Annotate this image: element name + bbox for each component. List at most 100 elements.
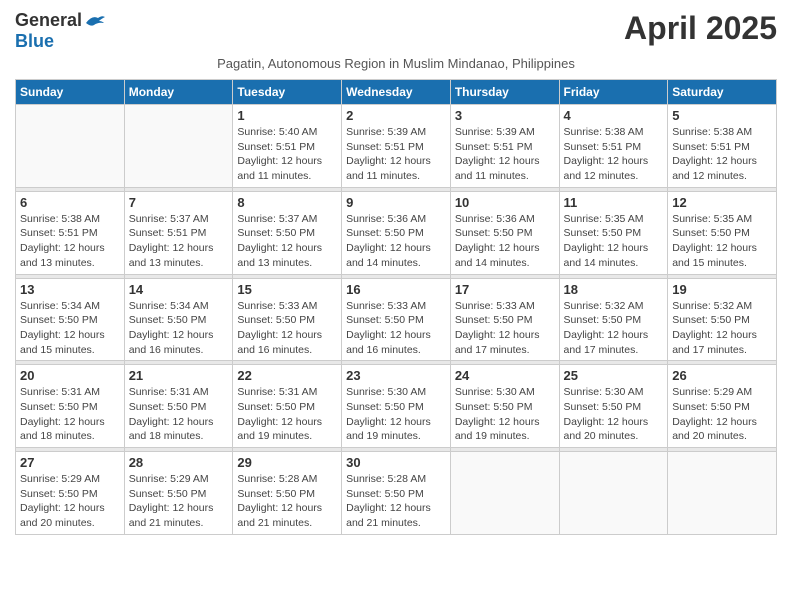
calendar-cell-w3-d1: 14Sunrise: 5:34 AMSunset: 5:50 PMDayligh… (124, 278, 233, 361)
day-number: 28 (129, 455, 229, 470)
calendar-cell-w4-d5: 25 Sunrise: 5:30 AMSunset: 5:50 PMDayligh… (559, 365, 668, 448)
day-number: 11 (564, 195, 664, 210)
calendar-week-2: 6 Sunrise: 5:38 AMSunset: 5:51 PMDaylight… (16, 191, 777, 274)
day-info: Sunrise: 5:30 AMSunset: 5:50 PMDaylight:… (455, 385, 555, 444)
logo-blue: Blue (15, 31, 54, 51)
day-info: Sunrise: 5:29 AMSunset: 5:50 PMDaylight:… (672, 385, 772, 444)
day-info: Sunrise: 5:39 AMSunset: 5:51 PMDaylight:… (455, 125, 555, 184)
col-tuesday: Tuesday (233, 80, 342, 105)
day-info: Sunrise: 5:33 AMSunset: 5:50 PMDaylight:… (346, 299, 446, 358)
calendar-week-3: 13 Sunrise: 5:34 AMSunset: 5:50 PMDayligh… (16, 278, 777, 361)
calendar-cell-w2-d4: 10 Sunrise: 5:36 AMSunset: 5:50 PMDayligh… (450, 191, 559, 274)
day-number: 23 (346, 368, 446, 383)
day-number: 9 (346, 195, 446, 210)
calendar-cell-w3-d0: 13 Sunrise: 5:34 AMSunset: 5:50 PMDayligh… (16, 278, 125, 361)
calendar-cell-w4-d1: 21 Sunrise: 5:31 AMSunset: 5:50 PMDayligh… (124, 365, 233, 448)
calendar-cell-w5-d1: 28Sunrise: 5:29 AMSunset: 5:50 PMDayligh… (124, 452, 233, 535)
day-info: Sunrise: 5:33 AMSunset: 5:50 PMDaylight:… (237, 299, 337, 358)
day-number: 15 (237, 282, 337, 297)
day-info: Sunrise: 5:36 AMSunset: 5:50 PMDaylight:… (346, 212, 446, 271)
day-info: Sunrise: 5:31 AMSunset: 5:50 PMDaylight:… (129, 385, 229, 444)
logo: General Blue (15, 10, 106, 52)
calendar-cell-w3-d5: 18Sunrise: 5:32 AMSunset: 5:50 PMDayligh… (559, 278, 668, 361)
day-number: 10 (455, 195, 555, 210)
calendar-cell-w3-d4: 17Sunrise: 5:33 AMSunset: 5:50 PMDayligh… (450, 278, 559, 361)
day-number: 26 (672, 368, 772, 383)
calendar-table: Sunday Monday Tuesday Wednesday Thursday… (15, 79, 777, 535)
calendar-cell-w5-d6 (668, 452, 777, 535)
calendar-cell-w2-d6: 12 Sunrise: 5:35 AMSunset: 5:50 PMDayligh… (668, 191, 777, 274)
calendar-cell-w4-d4: 24 Sunrise: 5:30 AMSunset: 5:50 PMDayligh… (450, 365, 559, 448)
day-info: Sunrise: 5:28 AMSunset: 5:50 PMDaylight:… (237, 472, 337, 531)
calendar-cell-w1-d0 (16, 105, 125, 188)
day-info: Sunrise: 5:38 AMSunset: 5:51 PMDaylight:… (20, 212, 120, 271)
day-info: Sunrise: 5:30 AMSunset: 5:50 PMDaylight:… (346, 385, 446, 444)
calendar-cell-w5-d3: 30Sunrise: 5:28 AMSunset: 5:50 PMDayligh… (342, 452, 451, 535)
calendar-cell-w4-d6: 26 Sunrise: 5:29 AMSunset: 5:50 PMDayligh… (668, 365, 777, 448)
calendar-week-4: 20 Sunrise: 5:31 AMSunset: 5:50 PMDayligh… (16, 365, 777, 448)
calendar-cell-w1-d1 (124, 105, 233, 188)
day-info: Sunrise: 5:40 AMSunset: 5:51 PMDaylight:… (237, 125, 337, 184)
day-number: 24 (455, 368, 555, 383)
day-number: 3 (455, 108, 555, 123)
day-info: Sunrise: 5:36 AMSunset: 5:50 PMDaylight:… (455, 212, 555, 271)
day-info: Sunrise: 5:31 AMSunset: 5:50 PMDaylight:… (237, 385, 337, 444)
day-number: 12 (672, 195, 772, 210)
calendar-cell-w2-d3: 9 Sunrise: 5:36 AMSunset: 5:50 PMDaylight… (342, 191, 451, 274)
day-number: 30 (346, 455, 446, 470)
calendar-cell-w3-d3: 16 Sunrise: 5:33 AMSunset: 5:50 PMDayligh… (342, 278, 451, 361)
day-number: 1 (237, 108, 337, 123)
day-number: 29 (237, 455, 337, 470)
day-number: 5 (672, 108, 772, 123)
calendar-cell-w1-d5: 4 Sunrise: 5:38 AMSunset: 5:51 PMDaylight… (559, 105, 668, 188)
day-info: Sunrise: 5:32 AMSunset: 5:50 PMDaylight:… (672, 299, 772, 358)
calendar-cell-w4-d0: 20 Sunrise: 5:31 AMSunset: 5:50 PMDayligh… (16, 365, 125, 448)
day-number: 14 (129, 282, 229, 297)
day-info: Sunrise: 5:35 AMSunset: 5:50 PMDaylight:… (672, 212, 772, 271)
day-info: Sunrise: 5:37 AMSunset: 5:50 PMDaylight:… (237, 212, 337, 271)
day-number: 27 (20, 455, 120, 470)
day-number: 19 (672, 282, 772, 297)
day-number: 20 (20, 368, 120, 383)
calendar-cell-w1-d6: 5 Sunrise: 5:38 AMSunset: 5:51 PMDaylight… (668, 105, 777, 188)
day-info: Sunrise: 5:29 AMSunset: 5:50 PMDaylight:… (20, 472, 120, 531)
day-info: Sunrise: 5:33 AMSunset: 5:50 PMDaylight:… (455, 299, 555, 358)
calendar-week-1: 1 Sunrise: 5:40 AMSunset: 5:51 PMDaylight… (16, 105, 777, 188)
day-number: 4 (564, 108, 664, 123)
col-sunday: Sunday (16, 80, 125, 105)
col-friday: Friday (559, 80, 668, 105)
calendar-cell-w5-d5 (559, 452, 668, 535)
day-info: Sunrise: 5:38 AMSunset: 5:51 PMDaylight:… (672, 125, 772, 184)
title-section: April 2025 (624, 10, 777, 47)
day-number: 25 (564, 368, 664, 383)
day-info: Sunrise: 5:37 AMSunset: 5:51 PMDaylight:… (129, 212, 229, 271)
day-number: 16 (346, 282, 446, 297)
day-info: Sunrise: 5:34 AMSunset: 5:50 PMDaylight:… (20, 299, 120, 358)
calendar-cell-w3-d2: 15 Sunrise: 5:33 AMSunset: 5:50 PMDayligh… (233, 278, 342, 361)
month-title: April 2025 (624, 10, 777, 47)
col-wednesday: Wednesday (342, 80, 451, 105)
calendar-cell-w2-d2: 8Sunrise: 5:37 AMSunset: 5:50 PMDaylight… (233, 191, 342, 274)
calendar-cell-w4-d3: 23 Sunrise: 5:30 AMSunset: 5:50 PMDayligh… (342, 365, 451, 448)
day-number: 2 (346, 108, 446, 123)
calendar-cell-w1-d4: 3 Sunrise: 5:39 AMSunset: 5:51 PMDaylight… (450, 105, 559, 188)
calendar-cell-w1-d3: 2 Sunrise: 5:39 AMSunset: 5:51 PMDaylight… (342, 105, 451, 188)
day-number: 6 (20, 195, 120, 210)
col-saturday: Saturday (668, 80, 777, 105)
calendar-cell-w2-d0: 6 Sunrise: 5:38 AMSunset: 5:51 PMDaylight… (16, 191, 125, 274)
day-number: 13 (20, 282, 120, 297)
day-number: 21 (129, 368, 229, 383)
logo-text: General (15, 10, 106, 31)
calendar-cell-w3-d6: 19 Sunrise: 5:32 AMSunset: 5:50 PMDayligh… (668, 278, 777, 361)
day-info: Sunrise: 5:30 AMSunset: 5:50 PMDaylight:… (564, 385, 664, 444)
calendar-cell-w2-d1: 7 Sunrise: 5:37 AMSunset: 5:51 PMDaylight… (124, 191, 233, 274)
calendar-cell-w5-d4 (450, 452, 559, 535)
logo-general: General (15, 10, 82, 30)
day-info: Sunrise: 5:39 AMSunset: 5:51 PMDaylight:… (346, 125, 446, 184)
day-info: Sunrise: 5:35 AMSunset: 5:50 PMDaylight:… (564, 212, 664, 271)
day-number: 7 (129, 195, 229, 210)
day-info: Sunrise: 5:38 AMSunset: 5:51 PMDaylight:… (564, 125, 664, 184)
col-thursday: Thursday (450, 80, 559, 105)
day-info: Sunrise: 5:31 AMSunset: 5:50 PMDaylight:… (20, 385, 120, 444)
day-number: 18 (564, 282, 664, 297)
